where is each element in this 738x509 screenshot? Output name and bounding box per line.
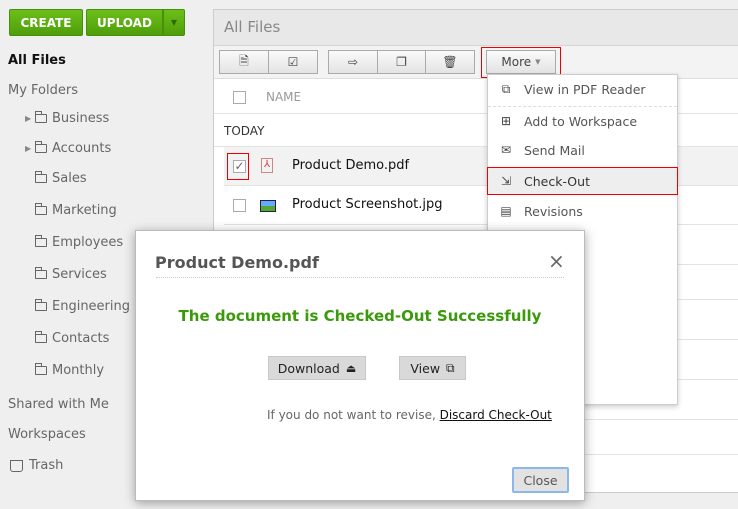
upload-button[interactable]: UPLOAD	[86, 9, 163, 36]
folder-engineering[interactable]: Engineering	[25, 299, 130, 314]
sidebar-my-folders[interactable]: My Folders	[8, 83, 78, 98]
close-button[interactable]: Close	[512, 467, 569, 493]
folder-marketing[interactable]: Marketing	[25, 203, 117, 218]
revise-text: If you do not want to revise,	[267, 408, 436, 422]
menu-item-view-pdf-reader[interactable]: ⧉ View in PDF Reader	[488, 75, 677, 103]
folder-monthly[interactable]: Monthly	[25, 363, 104, 378]
row-checkbox[interactable]	[233, 199, 246, 212]
checkin-button[interactable]: 🗎	[219, 50, 269, 74]
folder-icon	[34, 299, 47, 311]
download-icon: ⏏	[345, 361, 357, 375]
view-button[interactable]: View ⧉	[399, 356, 466, 380]
select-all-checkbox[interactable]	[233, 91, 246, 104]
menu-label: View in PDF Reader	[524, 81, 646, 97]
menu-item-check-out[interactable]: ⇲ Check-Out	[487, 167, 678, 195]
file-name[interactable]: Product Screenshot.jpg	[292, 197, 443, 212]
download-button[interactable]: Download ⏏	[268, 356, 366, 380]
trash-icon: 🗑	[442, 55, 458, 69]
folder-icon	[34, 331, 47, 343]
calendar-check-icon: ☑	[287, 55, 299, 69]
menu-label: Send Mail	[524, 142, 585, 158]
folder-label: Employees	[52, 235, 124, 250]
image-icon	[260, 200, 276, 212]
dialog-title: Product Demo.pdf	[155, 253, 319, 272]
view-label: View	[410, 360, 441, 376]
check-out-icon: ⇲	[500, 173, 512, 188]
menu-item-send-mail[interactable]: ✉ Send Mail	[488, 136, 677, 164]
folder-icon	[34, 141, 47, 153]
menu-label: Add to Workspace	[524, 113, 638, 129]
add-workspace-icon: ⊞	[500, 113, 512, 128]
folder-employees[interactable]: Employees	[25, 235, 123, 250]
folder-icon	[34, 267, 47, 279]
folder-icon	[34, 203, 47, 215]
sidebar-trash[interactable]: Trash	[8, 458, 63, 473]
menu-item-add-to-workspace[interactable]: ⊞ Add to Workspace	[488, 107, 677, 135]
expand-arrow-icon[interactable]: ▶	[25, 144, 35, 153]
divider	[156, 277, 564, 278]
checkout-dialog: Product Demo.pdf × The document is Check…	[135, 230, 585, 501]
pdf-icon: ⅄	[261, 158, 273, 173]
menu-label: Check-Out	[524, 173, 590, 189]
copy-button[interactable]: ❐	[377, 50, 426, 74]
menu-label: Revisions	[524, 203, 583, 219]
name-column-header[interactable]: NAME	[266, 90, 301, 104]
folder-label: Accounts	[52, 141, 112, 156]
page-title: All Files	[214, 10, 738, 46]
revisions-icon: ▤	[500, 203, 512, 218]
folder-label: Monthly	[52, 363, 105, 378]
folder-contacts[interactable]: Contacts	[25, 331, 109, 346]
folder-icon	[34, 363, 47, 375]
move-button[interactable]: ⇨	[328, 50, 378, 74]
pdf-reader-icon: ⧉	[501, 81, 511, 96]
file-name[interactable]: Product Demo.pdf	[292, 158, 409, 173]
sidebar-workspaces[interactable]: Workspaces	[8, 427, 86, 442]
sidebar-shared-with-me[interactable]: Shared with Me	[8, 397, 109, 412]
document-person-icon: 🗎	[239, 53, 249, 68]
folder-icon	[34, 235, 47, 247]
revise-prompt: If you do not want to revise, Discard Ch…	[267, 408, 552, 422]
trash-icon	[10, 459, 23, 472]
folder-label: Sales	[52, 171, 87, 186]
folder-services[interactable]: Services	[25, 267, 107, 282]
menu-item-revisions[interactable]: ▤ Revisions	[488, 197, 677, 225]
chevron-down-icon: ▼	[170, 18, 178, 27]
mail-icon: ✉	[500, 142, 512, 157]
pdf-reader-icon: ⧉	[446, 360, 455, 375]
success-message: The document is Checked-Out Successfully	[178, 307, 542, 325]
download-label: Download	[277, 360, 340, 376]
create-button[interactable]: CREATE	[9, 9, 83, 36]
expand-arrow-icon[interactable]: ▶	[25, 114, 35, 123]
copy-icon: ❐	[396, 55, 407, 69]
folder-business[interactable]: ▶ Business	[25, 111, 109, 126]
folder-icon	[34, 111, 47, 123]
folder-label: Marketing	[52, 203, 117, 218]
folder-sales[interactable]: Sales	[25, 171, 87, 186]
schedule-button[interactable]: ☑	[268, 50, 318, 74]
sidebar-all-files[interactable]: All Files	[8, 53, 66, 68]
folder-label: Business	[52, 111, 110, 126]
folder-icon	[34, 171, 47, 183]
folder-label: Contacts	[52, 331, 110, 346]
export-icon: ⇨	[347, 55, 359, 69]
folder-accounts[interactable]: ▶ Accounts	[25, 141, 111, 156]
delete-button[interactable]: 🗑	[425, 50, 475, 74]
upload-dropdown-button[interactable]: ▼	[163, 9, 185, 36]
discard-checkout-link[interactable]: Discard Check-Out	[440, 408, 552, 422]
folder-label: Services	[52, 267, 107, 282]
group-label: TODAY	[224, 124, 265, 138]
highlight-box	[227, 153, 249, 180]
folder-label: Engineering	[52, 299, 130, 314]
close-icon[interactable]: ×	[548, 249, 565, 273]
trash-label: Trash	[29, 458, 64, 473]
